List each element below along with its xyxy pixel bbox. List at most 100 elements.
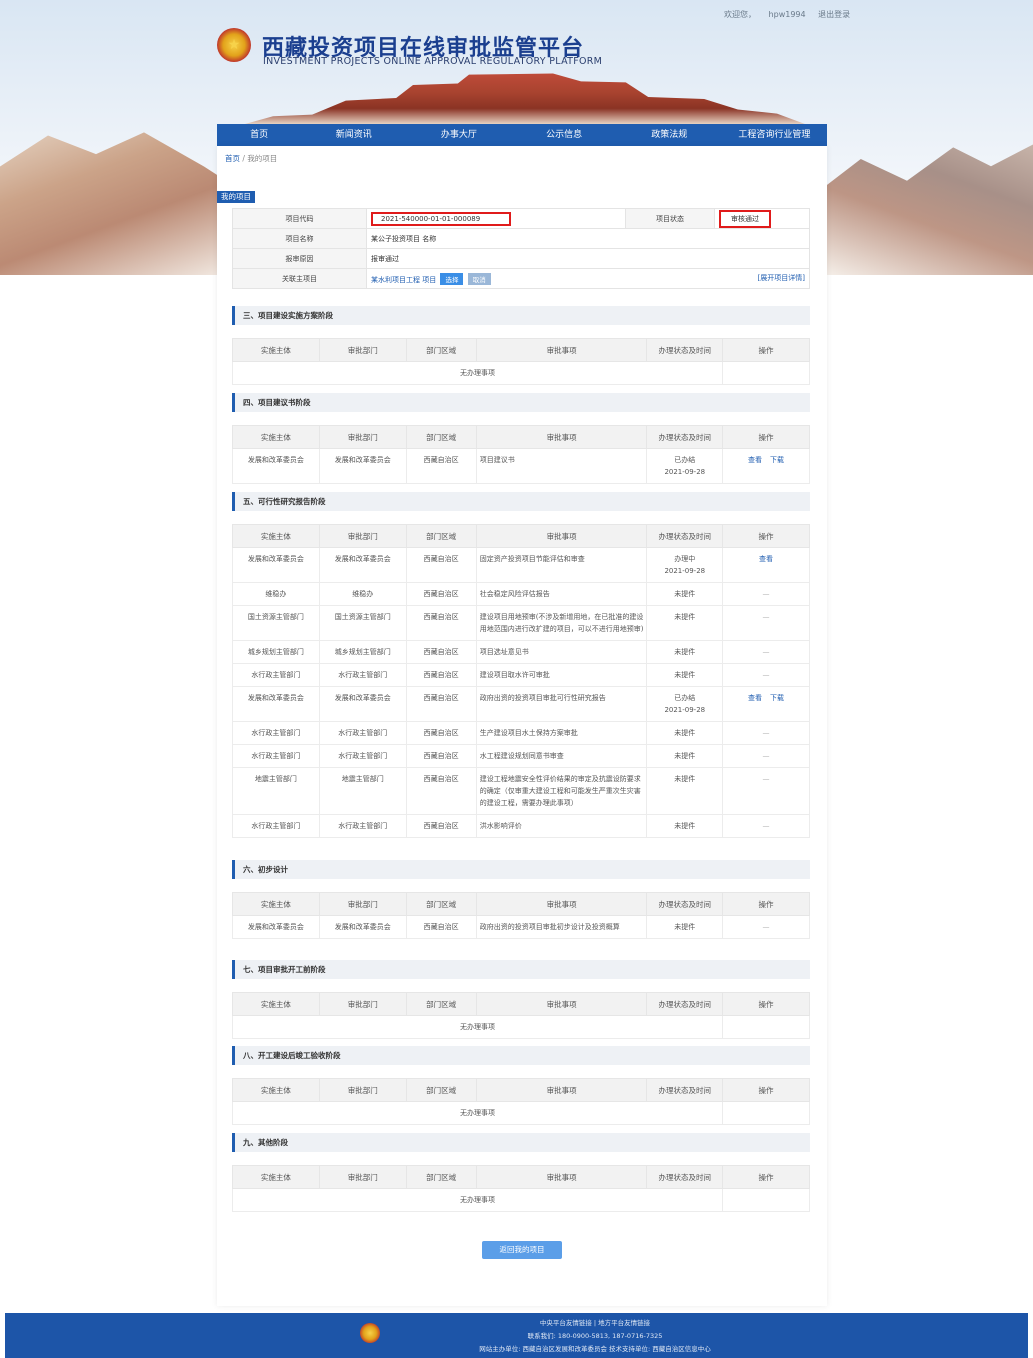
col-entity-cell: 国土资源主管部门 (232, 605, 320, 641)
col-region-cell: 西藏自治区 (405, 663, 477, 687)
table-row: 水行政主管部门 水行政主管部门 西藏自治区 建设项目取水许可审批 未提件 — (232, 663, 810, 687)
col-entity-cell: 维稳办 (232, 582, 320, 606)
project-code: 2021-540000-01-01-000089 (371, 211, 511, 226)
select-button[interactable]: 选择 (440, 272, 464, 285)
table-row: 水行政主管部门 水行政主管部门 西藏自治区 生产建设项目水土保持方案审批 未提件 — (232, 721, 810, 745)
col-dept-cell: 维稳办 (318, 582, 407, 606)
col-region-cell: 西藏自治区 (405, 686, 477, 722)
col-dept-cell: 水行政主管部门 (318, 663, 407, 687)
view-link[interactable]: 查看 (748, 456, 762, 464)
col-region-cell: 西藏自治区 (405, 605, 477, 641)
col-entity-cell: 水行政主管部门 (232, 744, 320, 768)
section-6-table: 实施主体 审批部门 部门区域 审批事项 办理状态及时间 操作 发展和改革委员会 发展和改革委员… (232, 892, 810, 939)
breadcrumb-current: 我的项目 (247, 154, 278, 163)
col-item-cell: 建设工程地震安全性评价结果的审定及抗震设防要求的确定（仅审重大建设工程和可能发生… (475, 767, 648, 815)
nav-policy[interactable]: 政策法规 (617, 124, 722, 146)
nav-consulting[interactable]: 工程咨询行业管理 (722, 124, 827, 146)
col-region-cell: 西藏自治区 (405, 721, 477, 745)
nav-public-info[interactable]: 公示信息 (511, 124, 616, 146)
section-8-title: 八、开工建设后竣工验收阶段 (232, 1046, 810, 1065)
col-status-cell: 未提件 (646, 721, 724, 745)
col-entity-cell: 城乡规划主管部门 (232, 640, 320, 664)
column-header-col-entity: 实施主体 (232, 338, 320, 362)
empty-message: 无办理事项 (231, 361, 724, 385)
empty-action-cell (722, 1015, 810, 1039)
table-row: 发展和改革委员会 发展和改革委员会 西藏自治区 固定资产投资项目节能评估和审查 办理中 2… (232, 547, 810, 583)
breadcrumb: 首页 / 我的项目 (225, 154, 278, 163)
column-header-col-item: 审批事项 (475, 892, 648, 916)
col-action-cell: 查看 (722, 547, 810, 583)
expand-details-link[interactable]: [展开项目详情] (758, 273, 805, 283)
col-action-cell: 查看 下载 (722, 686, 810, 722)
username-link[interactable]: hpw1994 (769, 10, 806, 19)
column-header-col-status: 办理状态及时间 (646, 1078, 724, 1102)
download-link[interactable]: 下载 (770, 456, 784, 464)
footer: 中央平台友情链接 | 地方平台友情链接 联系我们: 180-0900-5813,… (5, 1313, 1028, 1358)
empty-action-cell (722, 1101, 810, 1125)
footer-links[interactable]: 中央平台友情链接 | 地方平台友情链接 (395, 1317, 795, 1327)
empty-action-cell (722, 361, 810, 385)
col-dept-cell: 发展和改革委员会 (318, 686, 407, 722)
table-row: 水行政主管部门 水行政主管部门 西藏自治区 水工程建设规划同意书审查 未提件 — (232, 744, 810, 768)
col-dept-cell: 水行政主管部门 (318, 744, 407, 768)
nav-service-hall[interactable]: 办事大厅 (406, 124, 511, 146)
column-header-col-dept: 审批部门 (318, 1165, 407, 1189)
column-header-col-entity: 实施主体 (232, 425, 320, 449)
col-status-cell: 办理中 2021-09-28 (646, 547, 724, 583)
footer-host: 网站主办单位: 西藏自治区发展和改革委员会 技术支持单位: 西藏自治区信息中心 (479, 1345, 711, 1353)
breadcrumb-home[interactable]: 首页 (225, 154, 240, 163)
column-header-col-item: 审批事项 (475, 338, 648, 362)
potala-palace-image (245, 73, 805, 124)
section-9-table: 实施主体 审批部门 部门区域 审批事项 办理状态及时间 操作 无办理事项 (231, 1165, 810, 1212)
col-item-cell: 洪水影响评价 (475, 814, 648, 838)
empty-message: 无办理事项 (231, 1188, 724, 1212)
col-region-cell: 西藏自治区 (405, 547, 477, 583)
column-header-col-region: 部门区域 (405, 524, 477, 548)
col-item-cell: 固定资产投资项目节能评估和审查 (475, 547, 648, 583)
col-status-cell: 已办结 2021-09-28 (646, 686, 724, 722)
col-status-cell: 未提件 (646, 915, 724, 939)
logout-link[interactable]: 退出登录 (818, 10, 850, 19)
table-row: 水行政主管部门 水行政主管部门 西藏自治区 洪水影响评价 未提件 — (232, 814, 810, 838)
col-entity-cell: 发展和改革委员会 (232, 915, 320, 939)
code-label: 项目代码 (232, 208, 367, 229)
col-entity-cell: 地震主管部门 (232, 767, 320, 815)
col-status-cell: 已办结 2021-09-28 (646, 448, 724, 484)
cancel-button[interactable]: 取消 (467, 272, 491, 285)
section-4-table: 实施主体 审批部门 部门区域 审批事项 办理状态及时间 操作 发展和改革委员会 发展和改革委员… (232, 425, 810, 484)
column-header-col-action: 操作 (722, 425, 810, 449)
table-row: 维稳办 维稳办 西藏自治区 社会稳定风险评估报告 未提件 — (232, 582, 810, 606)
col-item-cell: 政府出资的投资项目审批初步设计及投资概算 (475, 915, 648, 939)
column-header-col-status: 办理状态及时间 (646, 892, 724, 916)
col-dept-cell: 地震主管部门 (318, 767, 407, 815)
view-link[interactable]: 查看 (759, 555, 773, 563)
section-3-table: 实施主体 审批部门 部门区域 审批事项 办理状态及时间 操作 无办理事项 (231, 338, 810, 385)
col-item-cell: 水工程建设规划同意书审查 (475, 744, 648, 768)
column-header-col-item: 审批事项 (475, 992, 648, 1016)
download-link[interactable]: 下载 (770, 694, 784, 702)
column-header-col-region: 部门区域 (405, 892, 477, 916)
column-header-col-item: 审批事项 (475, 1165, 648, 1189)
empty-action-cell (722, 1188, 810, 1212)
footer-emblem-icon (360, 1323, 380, 1343)
col-status-cell: 未提件 (646, 814, 724, 838)
col-status-cell: 未提件 (646, 767, 724, 815)
section-6-title: 六、初步设计 (232, 860, 810, 879)
column-header-col-region: 部门区域 (405, 992, 477, 1016)
column-header-col-action: 操作 (722, 892, 810, 916)
table-row: 发展和改革委员会 发展和改革委员会 西藏自治区 政府出资的投资项目审批可行性研究报告已… (232, 686, 810, 722)
section-7-table: 实施主体 审批部门 部门区域 审批事项 办理状态及时间 操作 无办理事项 (231, 992, 810, 1039)
column-header-col-status: 办理状态及时间 (646, 338, 724, 362)
return-my-projects-button[interactable]: 返回我的项目 (482, 1241, 562, 1259)
col-action-cell: — (722, 744, 810, 768)
nav-news[interactable]: 新闻资讯 (301, 124, 406, 146)
column-header-col-item: 审批事项 (475, 524, 648, 548)
nav-home[interactable]: 首页 (217, 124, 301, 146)
col-item-cell: 生产建设项目水土保持方案审批 (475, 721, 648, 745)
table-row: 地震主管部门 地震主管部门 西藏自治区 建设工程地震安全性评价结果的审定及抗震设防要求… (232, 767, 810, 815)
col-item-cell: 建设项目用地预审(不涉及新增用地，在已批准的建设用地范围内进行改扩建的项目，可以… (475, 605, 648, 641)
view-link[interactable]: 查看 (748, 694, 762, 702)
col-entity-cell: 水行政主管部门 (232, 663, 320, 687)
tab-my-projects[interactable]: 我的项目 (217, 191, 255, 203)
column-header-col-entity: 实施主体 (232, 992, 320, 1016)
